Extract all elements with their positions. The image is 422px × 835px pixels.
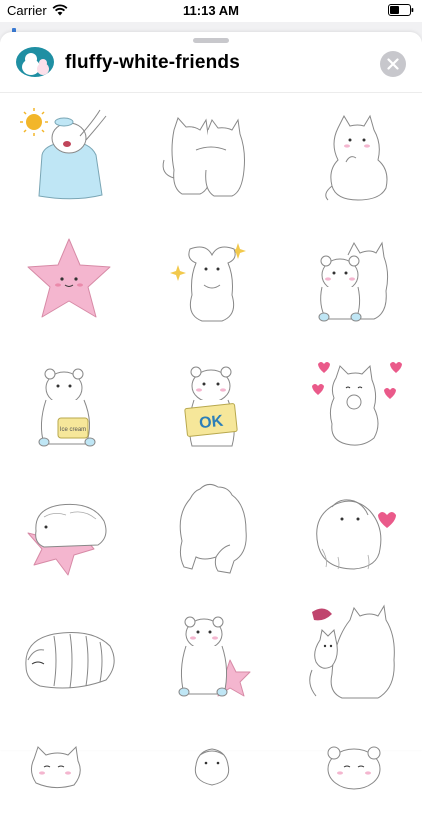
- sticker-two-cats-hugging-back[interactable]: [156, 100, 266, 210]
- sticker-sheet: fluffy-white-friends Ice cream OK: [0, 32, 422, 790]
- close-button[interactable]: [380, 51, 406, 77]
- sticker-guinea-pig-on-pink-star[interactable]: [14, 475, 124, 585]
- sticker-bear-from-behind[interactable]: [156, 475, 266, 585]
- status-bar: Carrier 11:13 AM: [0, 0, 422, 22]
- sticker-cat-partial[interactable]: [14, 725, 124, 835]
- sticker-guinea-pig-sleeping[interactable]: [14, 600, 124, 710]
- app-header: fluffy-white-friends: [0, 32, 422, 93]
- sticker-guinea-pig-partial[interactable]: [156, 725, 266, 835]
- sticker-bear-with-pink-star[interactable]: [156, 600, 266, 710]
- close-icon: [387, 58, 399, 70]
- sticker-cat-hugging-small-cat[interactable]: [298, 600, 408, 710]
- ice-cream-label: Ice cream: [60, 427, 86, 433]
- status-time: 11:13 AM: [183, 3, 239, 18]
- sticker-sparkling-bunny[interactable]: [156, 225, 266, 335]
- sticker-cat-with-hearts[interactable]: [298, 350, 408, 460]
- sticker-bear-eating-ice-cream[interactable]: Ice cream: [14, 350, 124, 460]
- sticker-bear-and-cat-together[interactable]: [298, 225, 408, 335]
- app-name: fluffy-white-friends: [65, 52, 240, 73]
- sticker-bear-holding-ok-sign[interactable]: OK: [156, 350, 266, 460]
- battery-icon: [388, 4, 414, 16]
- sticker-cat-thinking[interactable]: [298, 100, 408, 210]
- app-icon[interactable]: [16, 47, 54, 77]
- sticker-guinea-pig-with-heart[interactable]: [298, 475, 408, 585]
- sticker-pink-star[interactable]: [14, 225, 124, 335]
- sticker-bear-partial[interactable]: [298, 725, 408, 835]
- sticker-bear-waking-in-blanket[interactable]: [14, 100, 124, 210]
- ok-sign-label: OK: [198, 413, 224, 432]
